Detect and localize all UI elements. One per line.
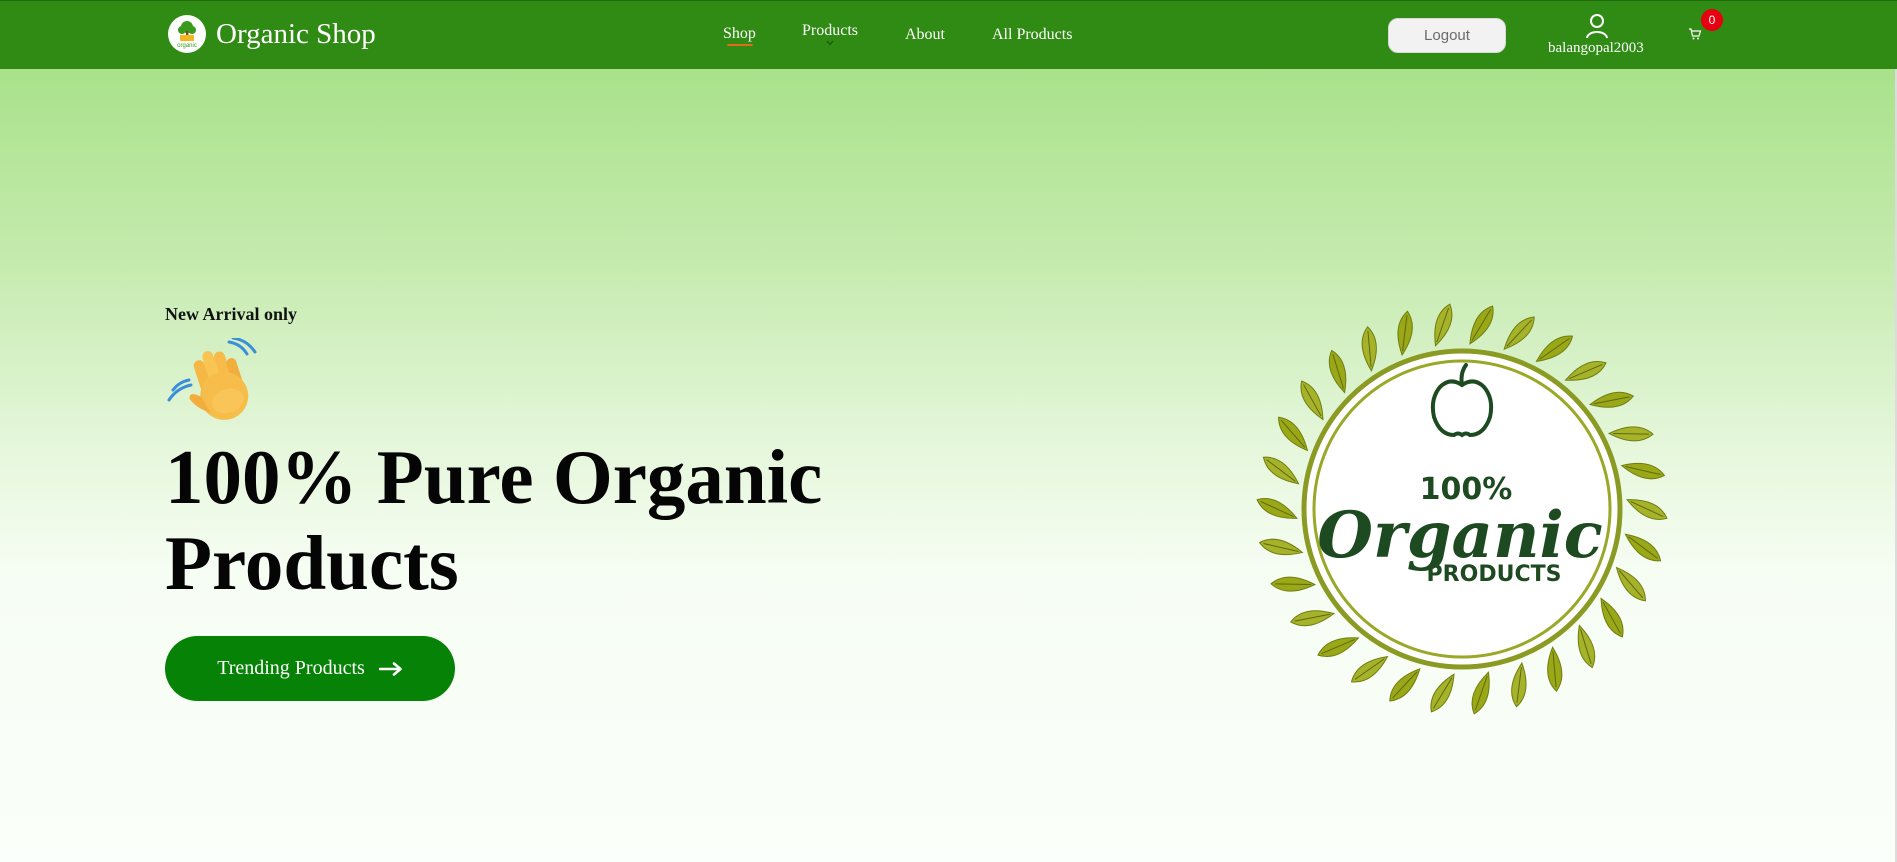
nav-link-all-products[interactable]: All Products (992, 26, 1072, 44)
nav-link-products[interactable]: Products (802, 22, 858, 40)
wreath-leaf-vein (1274, 583, 1312, 586)
cta-label: Trending Products (217, 657, 365, 679)
user-icon[interactable] (1585, 13, 1609, 39)
waving-hand-icon (167, 338, 257, 420)
chevron-down-icon (826, 40, 834, 46)
navbar: organic Organic Shop Shop Products About… (0, 0, 1897, 69)
nav-link-shop[interactable]: Shop (723, 25, 756, 43)
cart-icon[interactable] (1688, 27, 1702, 41)
wreath-leaf-vein (1612, 432, 1650, 435)
username-label: balangopal2003 (1548, 40, 1644, 56)
organic-badge: 100% Organic PRODUCTS (1256, 303, 1668, 715)
logout-button[interactable]: Logout (1388, 18, 1506, 53)
trending-products-button[interactable]: Trending Products (165, 636, 455, 701)
cart-count-badge: 0 (1701, 9, 1723, 31)
hero-headline: 100% Pure Organic Products (165, 434, 823, 606)
badge-sub: PRODUCTS (1427, 562, 1562, 587)
nav-link-about[interactable]: About (905, 26, 945, 44)
hero-eyebrow: New Arrival only (165, 304, 297, 324)
active-underline (727, 44, 753, 46)
page: organic Organic Shop Shop Products About… (0, 0, 1897, 862)
arrow-right-icon (378, 661, 402, 676)
nav-menu: Shop Products About All Products (0, 1, 1897, 70)
